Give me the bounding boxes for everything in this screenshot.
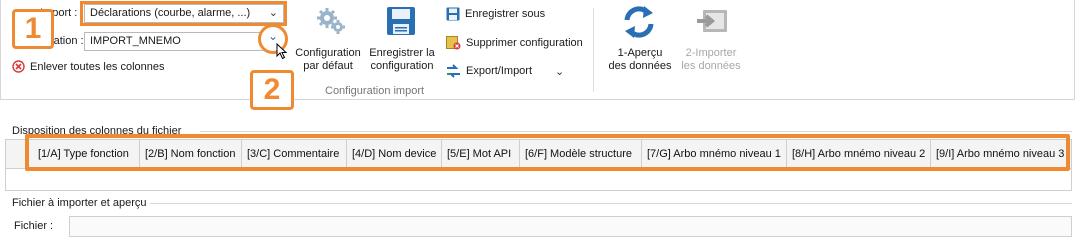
file-section-title: Fichier à importer et aperçu [12,197,147,209]
remove-all-columns-button[interactable]: Enlever toutes les colonnes [12,60,165,73]
ribbon-separator [593,8,594,92]
chevron-down-icon[interactable]: ⌄ [555,65,564,78]
import-data-icon [695,8,729,41]
default-config-icon [305,5,355,35]
callout-two: 2 [250,70,294,110]
save-icon [386,6,416,39]
save-config-button[interactable]: Enregistrer la configuration [367,47,437,73]
mouse-cursor-icon [276,43,288,60]
save-as-icon [446,7,460,21]
chevron-down-icon[interactable]: ⌄ [268,29,278,43]
import-data-button[interactable]: 2-Importer les données [676,47,746,73]
configuration-value: IMPORT_MNEMO [90,35,181,47]
configuration-select[interactable]: IMPORT_MNEMO [84,32,284,51]
section-divider [150,203,1072,204]
export-import-button[interactable]: Export/Import ⌄ [446,64,564,78]
file-path-field[interactable] [69,216,1072,237]
callout-one: 1 [12,9,54,49]
file-label: Fichier : [14,220,54,232]
remove-icon [12,60,25,73]
config-import-group-label: Configuration import [325,85,425,97]
save-as-button[interactable]: Enregistrer sous [446,7,545,21]
import-select-highlight [80,1,287,26]
refresh-icon [622,5,656,42]
delete-config-icon [446,36,461,50]
export-import-icon [447,64,460,78]
default-config-button[interactable]: Configuration par défaut [293,47,363,73]
preview-data-button[interactable]: 1-Aperçu des données [605,47,675,73]
delete-config-button[interactable]: Supprimer configuration [446,36,583,50]
columns-highlight [25,134,1070,171]
section-divider [200,131,1072,132]
